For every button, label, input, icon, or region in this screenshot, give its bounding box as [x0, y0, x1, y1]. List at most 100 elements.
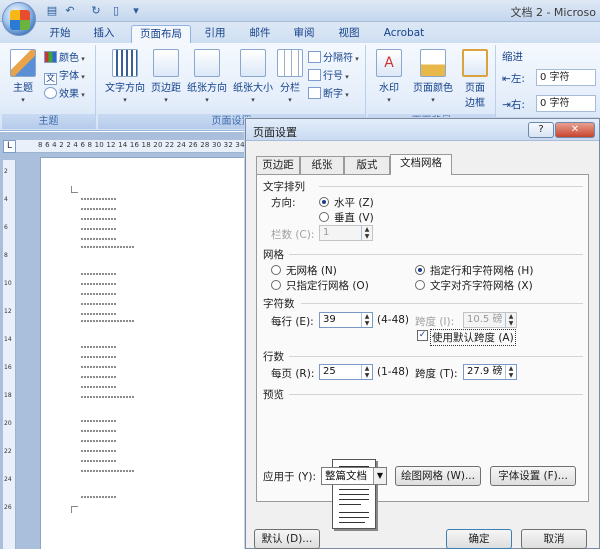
draw-grid-button[interactable]: 绘图网格 (W)...: [395, 466, 481, 486]
hyphenation-button[interactable]: 断字 ▾: [308, 87, 349, 103]
close-button[interactable]: ✕: [555, 122, 595, 138]
theme-effects-button[interactable]: 效果 ▾: [44, 87, 85, 103]
themes-button[interactable]: 主题 ▾: [6, 49, 40, 105]
themes-icon: [10, 49, 36, 77]
fonts-icon: 文: [44, 73, 57, 85]
tab-review[interactable]: 审阅: [286, 25, 322, 43]
page-setup-group: 文字方向 ▾ 页边距 ▾ 纸张方向 ▾ 纸张大小 ▾ 分栏 ▾ 分隔符 ▾ 行号 ▾ 断字…: [98, 45, 366, 129]
text-direction-button[interactable]: 文字方向 ▾: [102, 49, 148, 105]
breaks-icon: [308, 51, 321, 63]
help-button[interactable]: ?: [528, 122, 554, 138]
tab-margins[interactable]: 页边距: [256, 156, 300, 174]
no-grid-label: 无网格 (N): [286, 265, 337, 277]
spinner-icon[interactable]: ▲ ▼: [505, 313, 516, 327]
chars-per-line-input[interactable]: 39 ▲ ▼: [319, 312, 373, 328]
page-color-button[interactable]: 页面颜色 ▾: [410, 49, 456, 105]
ruler-mark: 10: [4, 280, 12, 287]
effects-icon: [44, 87, 57, 99]
chevron-down-icon[interactable]: ▼: [373, 468, 386, 484]
ruler-numbers: 8 6 4 2 2 4 6 8 10 12 14 16 18 20 22 24 …: [38, 141, 245, 149]
cancel-button[interactable]: 取消: [521, 529, 587, 549]
lines-per-page-range: (1-48): [377, 366, 410, 378]
document-page[interactable]: [40, 157, 250, 549]
ruler-mark: 22: [4, 448, 12, 455]
ok-button[interactable]: 确定: [446, 529, 512, 549]
tab-selector-button[interactable]: L: [3, 140, 16, 153]
watermark-button[interactable]: A 水印 ▾: [372, 49, 406, 105]
vertical-ruler[interactable]: 2 4 6 8 10 12 14 16 18 20 22 24 26: [3, 160, 16, 549]
document-text-line: [81, 218, 117, 220]
font-settings-button[interactable]: 字体设置 (F)...: [490, 466, 576, 486]
colors-icon: [44, 51, 57, 63]
customize-toolbar-icon[interactable]: ▾: [128, 3, 144, 19]
indent-left-label: ⇤左:: [502, 73, 525, 85]
horizontal-ruler[interactable]: 8 6 4 2 2 4 6 8 10 12 14 16 18 20 22 24 …: [16, 140, 250, 153]
redo-icon[interactable]: ↻: [88, 3, 104, 19]
line-grid-only-radio[interactable]: [271, 280, 281, 290]
columns-input[interactable]: 1 ▲ ▼: [319, 225, 373, 241]
columns-button[interactable]: 分栏 ▾: [276, 49, 304, 105]
spinner-icon[interactable]: ▲ ▼: [505, 365, 516, 379]
snap-to-char-grid-label: 文字对齐字符网格 (X): [430, 280, 533, 292]
orientation-button[interactable]: 纸张方向 ▾: [184, 49, 230, 105]
tab-paper[interactable]: 纸张: [300, 156, 344, 174]
tab-document-grid[interactable]: 文档网格: [390, 154, 452, 175]
use-default-pitch-label: 使用默认跨度 (A): [430, 329, 516, 346]
undo-icon[interactable]: ↶: [62, 3, 78, 19]
theme-group-label: 主题: [2, 114, 95, 129]
indent-right-input[interactable]: 0 字符: [536, 95, 596, 112]
office-button[interactable]: [2, 2, 36, 36]
spinner-icon[interactable]: ▲ ▼: [361, 313, 372, 327]
title-bar: ▤ ↶ ↻ ▯ ▾ 文档 2 - Microso: [0, 0, 600, 22]
page-corner-mark: [71, 186, 78, 193]
line-grid-only-label: 只指定行网格 (O): [286, 280, 369, 292]
theme-colors-button[interactable]: 颜色 ▾: [44, 51, 85, 67]
dialog-title-bar: 页面设置 ? ✕: [246, 119, 599, 141]
spinner-icon[interactable]: ▲ ▼: [361, 365, 372, 379]
preview-section: 预览: [263, 389, 284, 401]
grid-section: 网格: [263, 249, 284, 261]
theme-fonts-button[interactable]: 文字体 ▾: [44, 69, 85, 85]
char-pitch-input[interactable]: 10.5 磅 ▲ ▼: [463, 312, 517, 328]
line-and-char-grid-label: 指定行和字符网格 (H): [430, 265, 534, 277]
tab-home[interactable]: 开始: [42, 25, 78, 43]
ruler-mark: 18: [4, 392, 12, 399]
page-color-icon: [420, 49, 446, 77]
default-button[interactable]: 默认 (D)...: [254, 529, 320, 549]
document-text-line: [81, 366, 117, 368]
line-pitch-input[interactable]: 27.9 磅 ▲ ▼: [463, 364, 517, 380]
snap-to-char-grid-radio[interactable]: [415, 280, 425, 290]
margins-button[interactable]: 页边距 ▾: [148, 49, 184, 105]
divider: [301, 303, 583, 304]
use-default-pitch-checkbox[interactable]: ✓: [417, 330, 428, 341]
tab-view[interactable]: 视图: [331, 25, 367, 43]
indent-label: 缩进: [502, 51, 523, 63]
characters-section: 字符数: [263, 298, 295, 310]
line-and-char-grid-radio[interactable]: [415, 265, 425, 275]
no-grid-radio[interactable]: [271, 265, 281, 275]
vertical-radio[interactable]: [319, 212, 329, 222]
watermark-icon: A: [376, 49, 402, 77]
line-pitch-label: 跨度 (T):: [415, 368, 458, 380]
tab-page-layout[interactable]: 页面布局: [131, 25, 191, 43]
lines-per-page-input[interactable]: 25 ▲ ▼: [319, 364, 373, 380]
divider: [289, 356, 583, 357]
indent-left-input[interactable]: 0 字符: [536, 69, 596, 86]
tab-references[interactable]: 引用: [197, 25, 233, 43]
spinner-icon[interactable]: ▲ ▼: [361, 226, 372, 240]
tab-insert[interactable]: 插入: [86, 25, 122, 43]
line-numbers-button[interactable]: 行号 ▾: [308, 69, 349, 85]
document-text-line: [81, 440, 117, 442]
tab-mailings[interactable]: 邮件: [242, 25, 278, 43]
breaks-button[interactable]: 分隔符 ▾: [308, 51, 359, 67]
apply-to-select[interactable]: 整篇文档 ▼: [321, 467, 387, 485]
tab-layout[interactable]: 版式: [344, 156, 390, 174]
new-document-icon[interactable]: ▯: [108, 3, 124, 19]
page-corner-mark: [71, 506, 78, 513]
tab-acrobat[interactable]: Acrobat: [376, 25, 432, 43]
page-size-button[interactable]: 纸张大小 ▾: [230, 49, 276, 105]
horizontal-radio[interactable]: [319, 197, 329, 207]
save-icon[interactable]: ▤: [44, 3, 60, 19]
page-borders-button[interactable]: 页面 边框: [460, 49, 490, 109]
document-text-line: [81, 208, 117, 210]
